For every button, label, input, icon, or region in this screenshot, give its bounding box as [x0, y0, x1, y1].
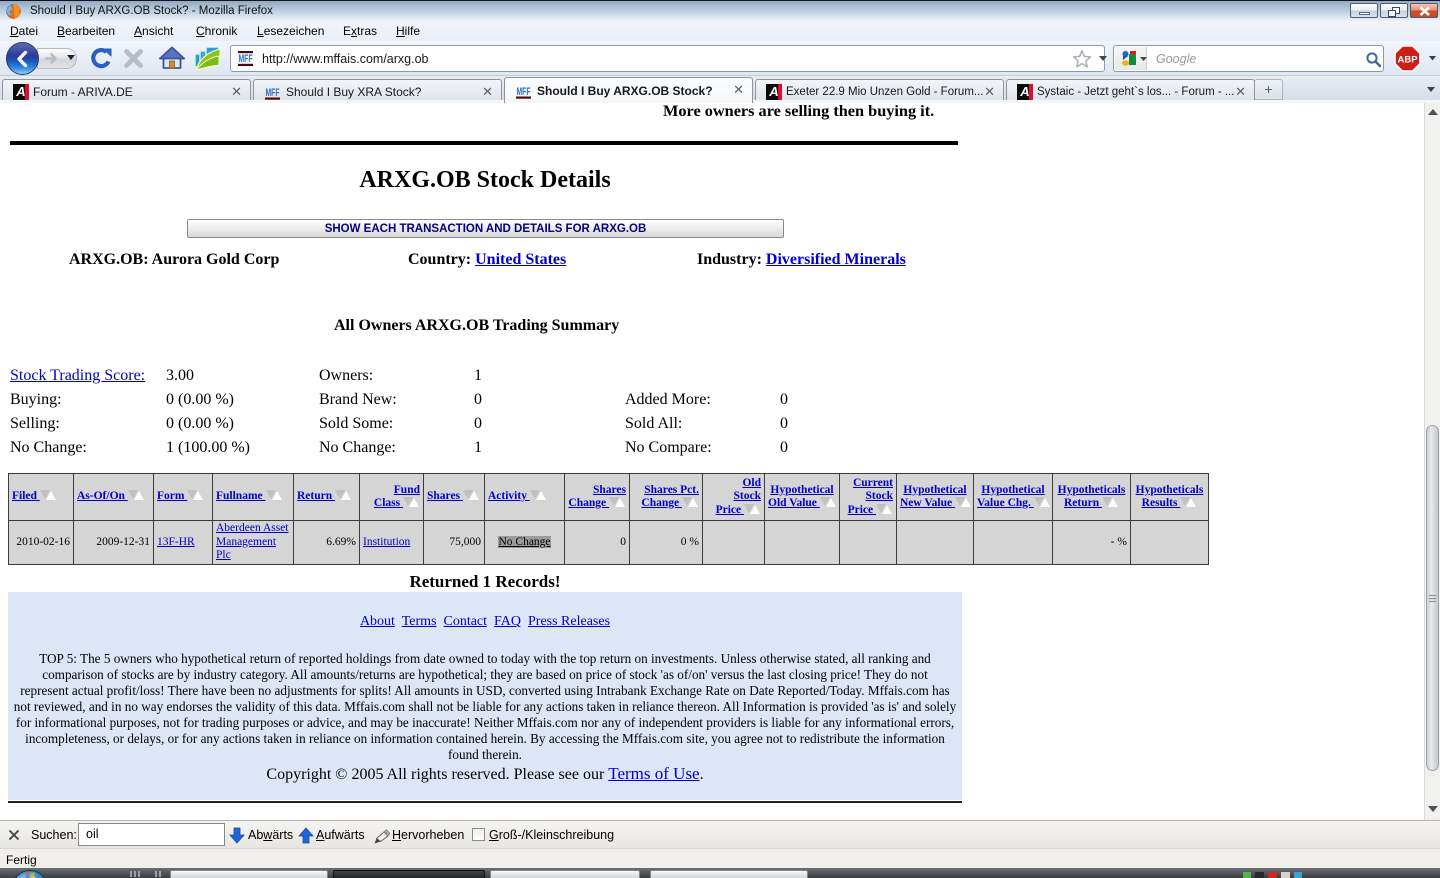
svg-text:MFF: MFF — [517, 86, 531, 98]
svg-text:MFF: MFF — [266, 87, 280, 99]
svg-text:MFF: MFF — [239, 53, 253, 65]
svg-text:ABP: ABP — [1397, 55, 1418, 66]
